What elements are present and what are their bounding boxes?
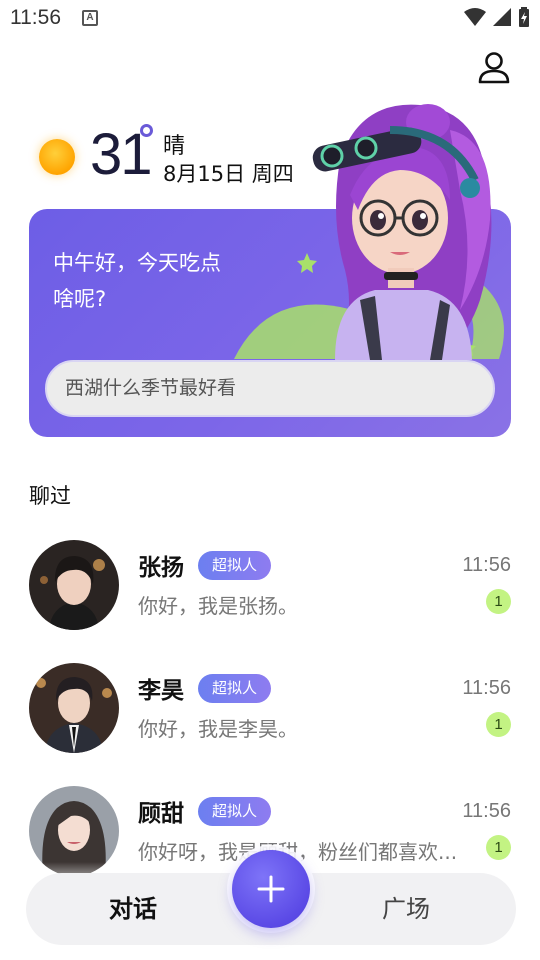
persona-badge: 超拟人 xyxy=(198,797,271,826)
last-message: 你好，我是张扬。 xyxy=(138,594,298,618)
degree-icon xyxy=(140,124,153,137)
chat-time: 11:56 xyxy=(462,554,511,576)
avatar xyxy=(29,663,119,753)
profile-icon[interactable] xyxy=(476,50,512,86)
tab-chat[interactable]: 对话 xyxy=(53,873,213,945)
notification-a-icon: A xyxy=(82,10,98,26)
signal-icon xyxy=(493,8,511,26)
contact-name: 张扬 xyxy=(138,555,184,581)
unread-count: 1 xyxy=(486,835,511,860)
chat-list-item[interactable]: 张扬 超拟人 11:56 你好，我是张扬。 1 xyxy=(0,540,540,640)
status-time: 11:56 xyxy=(10,6,61,29)
plus-icon xyxy=(257,875,285,903)
persona-badge: 超拟人 xyxy=(198,551,271,580)
chat-list-item[interactable]: 李昊 超拟人 11:56 你好，我是李昊。 1 xyxy=(0,663,540,763)
status-bar: 11:56 A xyxy=(0,0,540,36)
chat-history-title: 聊过 xyxy=(29,484,71,508)
unread-count: 1 xyxy=(486,589,511,614)
wifi-icon xyxy=(464,8,486,26)
contact-name: 李昊 xyxy=(138,678,184,704)
battery-charging-icon xyxy=(519,7,529,27)
contact-name: 顾甜 xyxy=(138,801,184,827)
chat-time: 11:56 xyxy=(462,677,511,699)
sun-icon xyxy=(39,139,75,175)
weather-condition: 晴 xyxy=(163,134,186,159)
greeting-text: 中午好，今天吃点啥呢? xyxy=(53,251,221,311)
tab-plaza[interactable]: 广场 xyxy=(326,873,486,945)
last-message: 你好，我是李昊。 xyxy=(138,717,298,741)
status-icons xyxy=(464,7,530,27)
app-screen: 11:56 A 31 晴 8月15日 周四 中午好，今天吃点啥呢? 西湖什么季节… xyxy=(0,0,540,960)
unread-count: 1 xyxy=(486,712,511,737)
persona-badge: 超拟人 xyxy=(198,674,271,703)
avatar xyxy=(29,540,119,630)
suggestion-input[interactable]: 西湖什么季节最好看 xyxy=(45,360,495,417)
assistant-character-illustration xyxy=(312,104,492,360)
weather-date: 8月15日 周四 xyxy=(163,162,294,186)
chat-time: 11:56 xyxy=(462,800,511,822)
new-chat-button[interactable] xyxy=(232,850,310,928)
